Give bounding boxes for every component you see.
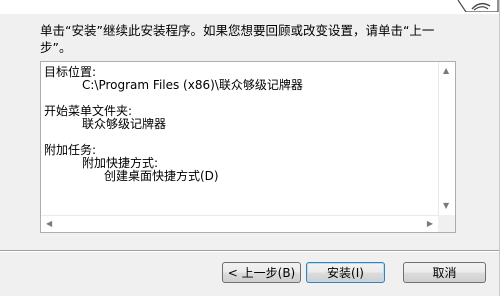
additional-shortcuts-label: 附加快捷方式: [82, 156, 159, 170]
settings-summary-box[interactable]: 目标位置: C:\Program Files (x86)\联众够级记牌器 开始菜… [40, 61, 456, 233]
instruction-text: 单击“安装”继续此安装程序。如果您想要回顾或改变设置，请单击“上一 步”。 [40, 22, 460, 56]
instruction-line-2: 步”。 [40, 40, 72, 55]
install-button[interactable]: 安装(I) [306, 262, 385, 283]
vertical-scrollbar[interactable]: ▲ ▼ [438, 62, 455, 215]
scroll-right-icon[interactable]: ▶ [427, 220, 433, 228]
scroll-left-icon[interactable]: ◀ [46, 220, 52, 228]
target-location-value: C:\Program Files (x86)\联众够级记牌器 [82, 78, 303, 92]
wizard-header-strip [0, 0, 500, 14]
setup-logo-icon [457, 0, 499, 12]
settings-summary-text: 目标位置: C:\Program Files (x86)\联众够级记牌器 开始菜… [44, 66, 436, 183]
desktop-shortcut-task: 创建桌面快捷方式(D) [104, 169, 219, 183]
horizontal-scrollbar[interactable]: ◀ ▶ [41, 215, 438, 232]
scroll-up-icon[interactable]: ▲ [443, 67, 449, 75]
start-menu-value: 联众够级记牌器 [82, 117, 167, 131]
scrollbar-corner [438, 215, 455, 232]
instruction-line-1: 单击“安装”继续此安装程序。如果您想要回顾或改变设置，请单击“上一 [40, 23, 435, 38]
button-area-divider [0, 250, 500, 252]
scroll-down-icon[interactable]: ▼ [443, 202, 449, 210]
cancel-button[interactable]: 取消 [403, 262, 486, 283]
back-button[interactable]: < 上一步(B) [222, 262, 301, 283]
